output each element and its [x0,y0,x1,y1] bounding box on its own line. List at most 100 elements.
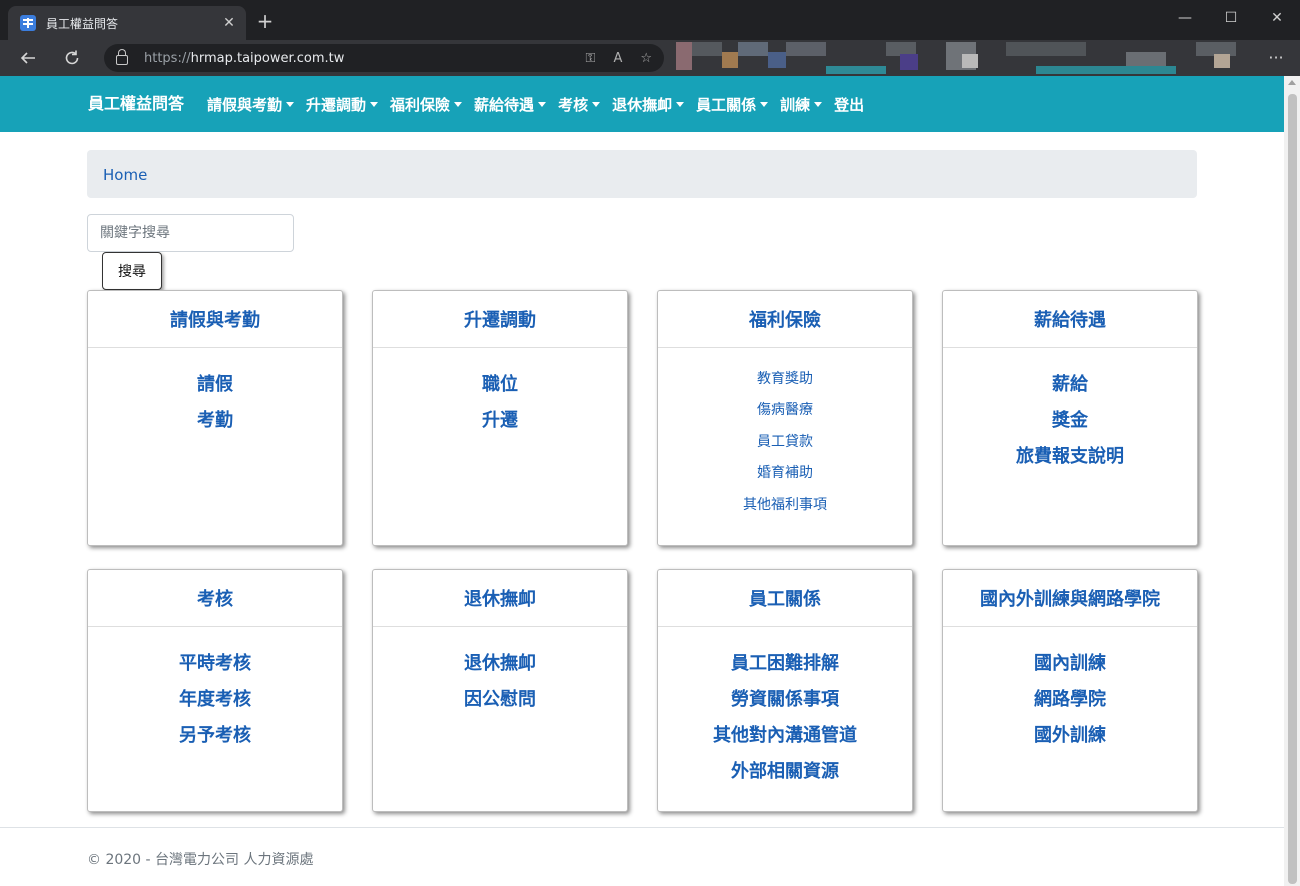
card-title: 國內外訓練與網路學院 [980,589,1160,610]
close-window-button[interactable]: ✕ [1262,6,1292,30]
menu-item-logout[interactable]: 登出 [834,94,864,115]
tab-close-icon[interactable]: ✕ [220,15,238,31]
card-training: 國內外訓練與網路學院 國內訓練 網路學院 國外訓練 [942,569,1198,812]
card-title: 考核 [197,589,233,610]
card-link[interactable]: 國內訓練 [943,646,1197,682]
reload-icon[interactable] [58,44,86,72]
favorite-star-icon[interactable]: ☆ [640,51,652,66]
card-leave: 請假與考勤 請假 考勤 [87,290,343,546]
card-link[interactable]: 職位 [373,367,627,403]
minimize-button[interactable]: — [1170,6,1200,30]
card-link[interactable]: 因公慰問 [373,682,627,718]
new-tab-button[interactable]: + [253,9,277,33]
breadcrumb: Home [87,150,1197,198]
card-link[interactable]: 教育獎助 [658,364,912,395]
card-body: 平時考核 年度考核 另予考核 [88,627,342,754]
card-link[interactable]: 其他福利事項 [658,490,912,521]
menu-item-training[interactable]: 訓練 [780,94,823,115]
caret-down-icon [592,102,601,107]
menu-item-promotion[interactable]: 升遷調動 [306,94,379,115]
top-navbar: 員工權益問答 請假與考勤 升遷調動 福利保險 薪給待遇 考核 退休撫卹 員工關係… [0,76,1284,132]
search-input[interactable] [87,214,294,252]
menu-item-retirement[interactable]: 退休撫卹 [612,94,685,115]
card-body: 請假 考勤 [88,348,342,439]
address-bar[interactable]: https:// hrmap.taipower.com.tw ⚿ A ☆ [104,44,664,72]
footer-text: © 2020 - 台灣電力公司 人力資源處 [87,852,314,868]
card-assessment: 考核 平時考核 年度考核 另予考核 [87,569,343,812]
menu-item-welfare[interactable]: 福利保險 [390,94,463,115]
card-link[interactable]: 員工貸款 [658,427,912,458]
card-title: 退休撫卹 [464,589,536,610]
card-link[interactable]: 其他對內溝通管道 [658,718,912,754]
card-link[interactable]: 傷病醫療 [658,395,912,426]
page-scrollbar[interactable] [1284,76,1300,886]
card-body: 教育獎助 傷病醫療 員工貸款 婚育補助 其他福利事項 [658,348,912,521]
breadcrumb-home-link[interactable]: Home [103,166,147,184]
card-link[interactable]: 網路學院 [943,682,1197,718]
card-link[interactable]: 薪給 [943,367,1197,403]
browser-toolbar: https:// hrmap.taipower.com.tw ⚿ A ☆ ··· [0,40,1300,76]
menu-item-label: 升遷調動 [306,96,367,114]
menu-item-label: 退休撫卹 [612,96,673,114]
menu-item-leave[interactable]: 請假與考勤 [207,94,295,115]
navbar-brand[interactable]: 員工權益問答 [88,90,184,114]
menu-item-salary[interactable]: 薪給待遇 [474,94,547,115]
card-link[interactable]: 婚育補助 [658,458,912,489]
card-relations: 員工關係 員工困難排解 勞資關係事項 其他對內溝通管道 外部相關資源 [657,569,913,812]
card-header: 升遷調動 [373,291,627,348]
card-link[interactable]: 獎金 [943,403,1197,439]
card-retirement: 退休撫卹 退休撫卹 因公慰問 [372,569,628,812]
card-body: 退休撫卹 因公慰問 [373,627,627,718]
card-body: 員工困難排解 勞資關係事項 其他對內溝通管道 外部相關資源 [658,627,912,790]
caret-down-icon [538,102,547,107]
more-menu-button[interactable]: ··· [1262,44,1290,72]
caret-down-icon [676,102,685,107]
card-header: 福利保險 [658,291,912,348]
card-body: 國內訓練 網路學院 國外訓練 [943,627,1197,754]
card-link[interactable]: 外部相關資源 [658,754,912,790]
footer-divider [0,827,1284,828]
search-button[interactable]: 搜尋 [102,252,162,290]
back-arrow-icon[interactable] [14,44,42,72]
navbar-menu: 請假與考勤 升遷調動 福利保險 薪給待遇 考核 退休撫卹 員工關係 訓練 登出 [207,94,876,115]
card-welfare: 福利保險 教育獎助 傷病醫療 員工貸款 婚育補助 其他福利事項 [657,290,913,546]
card-link[interactable]: 退休撫卹 [373,646,627,682]
menu-item-relations[interactable]: 員工關係 [696,94,769,115]
card-link[interactable]: 平時考核 [88,646,342,682]
card-salary: 薪給待遇 薪給 獎金 旅費報支說明 [942,290,1198,546]
url-protocol: https:// [144,50,191,66]
card-link[interactable]: 年度考核 [88,682,342,718]
browser-tab-strip: 員工權益問答 ✕ + — ☐ ✕ [0,0,1300,40]
read-aloud-icon[interactable]: A [613,51,622,66]
menu-item-label: 請假與考勤 [207,96,283,114]
url-host: hrmap.taipower.com.tw [190,50,345,66]
caret-down-icon [454,102,463,107]
caret-down-icon [370,102,379,107]
card-link[interactable]: 國外訓練 [943,718,1197,754]
card-link[interactable]: 勞資關係事項 [658,682,912,718]
card-header: 請假與考勤 [88,291,342,348]
menu-item-assessment[interactable]: 考核 [558,94,601,115]
card-link[interactable]: 請假 [88,367,342,403]
card-header: 薪給待遇 [943,291,1197,348]
card-link[interactable]: 另予考核 [88,718,342,754]
maximize-button[interactable]: ☐ [1216,6,1246,30]
card-link[interactable]: 旅費報支說明 [943,439,1197,475]
card-link[interactable]: 考勤 [88,403,342,439]
card-title: 升遷調動 [464,310,536,331]
card-title: 員工關係 [749,589,821,610]
card-header: 考核 [88,570,342,627]
site-favicon-icon [20,15,36,31]
key-icon[interactable]: ⚿ [586,51,596,66]
scrollbar-thumb[interactable] [1288,94,1297,884]
menu-item-label: 福利保險 [390,96,451,114]
card-title: 薪給待遇 [1034,310,1106,331]
blurred-extensions-area [676,40,1260,76]
browser-tab[interactable]: 員工權益問答 ✕ [8,6,246,40]
card-link[interactable]: 員工困難排解 [658,646,912,682]
card-body: 薪給 獎金 旅費報支說明 [943,348,1197,475]
card-link[interactable]: 升遷 [373,403,627,439]
card-header: 國內外訓練與網路學院 [943,570,1197,627]
scroll-up-arrow-icon[interactable] [1288,80,1296,85]
page-viewport: 員工權益問答 請假與考勤 升遷調動 福利保險 薪給待遇 考核 退休撫卹 員工關係… [0,76,1284,886]
